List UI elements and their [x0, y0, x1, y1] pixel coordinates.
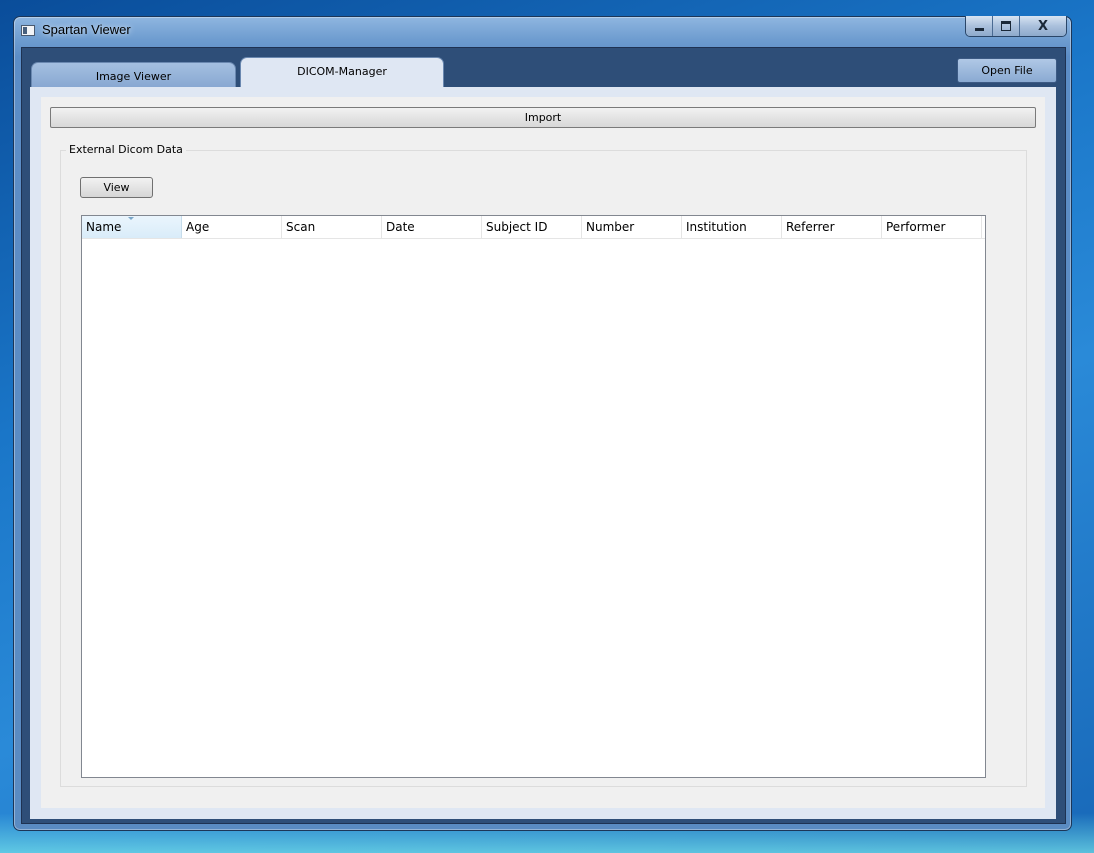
tab-image-viewer[interactable]: Image Viewer — [31, 62, 236, 87]
title-bar[interactable]: Spartan Viewer X — [14, 16, 1071, 47]
close-icon: X — [1037, 18, 1049, 34]
column-label: Subject ID — [486, 220, 548, 234]
app-window-icon — [21, 25, 35, 36]
minimize-icon — [974, 27, 984, 31]
client-area: Image Viewer DICOM-Manager Open File Imp… — [21, 47, 1066, 824]
app-window: Spartan Viewer X Image Viewer DICOM-Mana… — [13, 16, 1072, 831]
column-label: Scan — [286, 220, 316, 234]
open-file-button[interactable]: Open File — [957, 58, 1057, 83]
column-label: Number — [586, 220, 635, 234]
column-header-scan[interactable]: Scan — [282, 216, 382, 238]
maximize-button[interactable] — [993, 16, 1020, 36]
sort-indicator-icon — [128, 217, 134, 220]
dicom-table[interactable]: Name Age Scan Date Subject ID Number Ins… — [81, 215, 986, 778]
column-label: Referrer — [786, 220, 835, 234]
import-button[interactable]: Import — [50, 107, 1036, 128]
minimize-button[interactable] — [966, 16, 993, 36]
window-title: Spartan Viewer — [42, 22, 131, 37]
tab-label: DICOM-Manager — [297, 64, 387, 78]
maximize-icon — [1001, 21, 1011, 31]
column-header-institution[interactable]: Institution — [682, 216, 782, 238]
column-header-subject-id[interactable]: Subject ID — [482, 216, 582, 238]
tab-content: Import External Dicom Data View Name Age — [30, 87, 1056, 819]
column-label: Performer — [886, 220, 946, 234]
table-header: Name Age Scan Date Subject ID Number Ins… — [82, 216, 985, 239]
column-label: Age — [186, 220, 210, 234]
external-dicom-data-group: External Dicom Data View Name Age Scan D… — [60, 143, 1027, 787]
column-header-date[interactable]: Date — [382, 216, 482, 238]
column-header-performer[interactable]: Performer — [882, 216, 982, 238]
column-label: Date — [386, 220, 415, 234]
column-label: Institution — [686, 220, 747, 234]
column-label: Name — [86, 220, 122, 234]
tab-label: Image Viewer — [95, 69, 172, 83]
close-button[interactable]: X — [1020, 16, 1066, 36]
group-title: External Dicom Data — [66, 143, 186, 156]
column-header-referrer[interactable]: Referrer — [782, 216, 882, 238]
view-button[interactable]: View — [80, 177, 153, 198]
tab-dicom-manager[interactable]: DICOM-Manager — [240, 57, 444, 87]
column-header-number[interactable]: Number — [582, 216, 682, 238]
column-header-name[interactable]: Name — [82, 216, 182, 238]
dicom-manager-panel: Import External Dicom Data View Name Age — [41, 97, 1045, 808]
column-header-age[interactable]: Age — [182, 216, 282, 238]
window-controls: X — [965, 16, 1067, 37]
